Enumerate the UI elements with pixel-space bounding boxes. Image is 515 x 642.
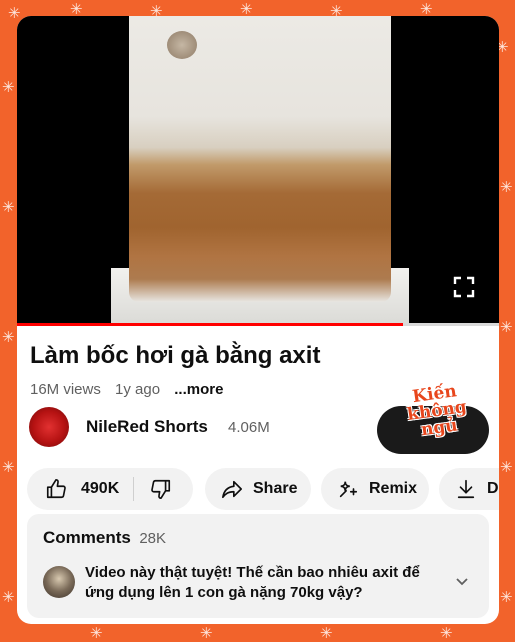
ant-icon: ✳ [500,589,513,606]
upload-age: 1y ago [115,381,161,398]
comments-title: Comments [43,528,131,547]
video-player[interactable] [17,16,499,326]
download-icon [457,479,475,499]
share-button[interactable]: Share [205,468,311,510]
channel-avatar[interactable] [29,407,69,447]
like-count: 490K [81,480,120,497]
thumbs-down-icon [151,479,171,499]
progress-bar[interactable] [17,323,499,326]
ant-icon: ✳ [500,459,513,476]
comments-header: Comments 28K [43,528,166,548]
video-card: Làm bốc hơi gà bằng axit 16M views 1y ag… [17,16,499,624]
ant-icon: ✳ [2,329,15,346]
ant-icon: ✳ [2,459,15,476]
ant-icon: ✳ [240,1,253,18]
remix-button[interactable]: Remix [321,468,429,510]
thumbs-up-icon [46,479,66,499]
commenter-avatar[interactable] [43,566,75,598]
video-meta: 16M views 1y ago ...more [30,381,233,398]
dislike-button[interactable] [134,468,172,510]
download-label: Do [487,480,499,497]
share-icon [222,480,242,499]
share-label: Share [253,480,298,497]
more-link[interactable]: ...more [174,381,223,398]
ant-icon: ✳ [500,319,513,336]
ant-icon: ✳ [420,1,433,18]
action-bar: 490K Share Remix Do [27,468,499,510]
chicken-residue [167,31,197,59]
kien-khong-ngu-logo: Kiến không ngủ [377,381,491,468]
like-button[interactable]: 490K [27,468,119,510]
remix-icon [339,481,358,498]
comments-panel[interactable]: Comments 28K Video này thật tuyệt! Thế c… [27,514,489,618]
ant-icon: ✳ [320,625,333,642]
video-title: Làm bốc hơi gà bằng axit [30,342,321,369]
fullscreen-icon[interactable] [453,276,475,298]
ant-icon: ✳ [2,199,15,216]
progress-fill [17,323,403,326]
like-dislike-group: 490K [27,468,193,510]
video-frame-jar [129,16,391,302]
ant-icon: ✳ [500,179,513,196]
download-button[interactable]: Do [439,468,499,510]
ant-icon: ✳ [2,79,15,96]
ant-icon: ✳ [200,625,213,642]
comments-count: 28K [139,530,167,547]
remix-label: Remix [369,480,418,497]
ant-icon: ✳ [440,625,453,642]
top-comment-text: Video này thật tuyệt! Thế cần bao nhiêu … [85,564,420,601]
view-count: 16M views [30,381,101,398]
ant-icon: ✳ [70,1,83,18]
channel-name[interactable]: NileRed Shorts [86,417,208,437]
ant-icon: ✳ [90,625,103,642]
subscriber-count: 4.06M [228,419,270,436]
chevron-down-icon[interactable] [455,574,469,588]
ant-icon: ✳ [2,589,15,606]
